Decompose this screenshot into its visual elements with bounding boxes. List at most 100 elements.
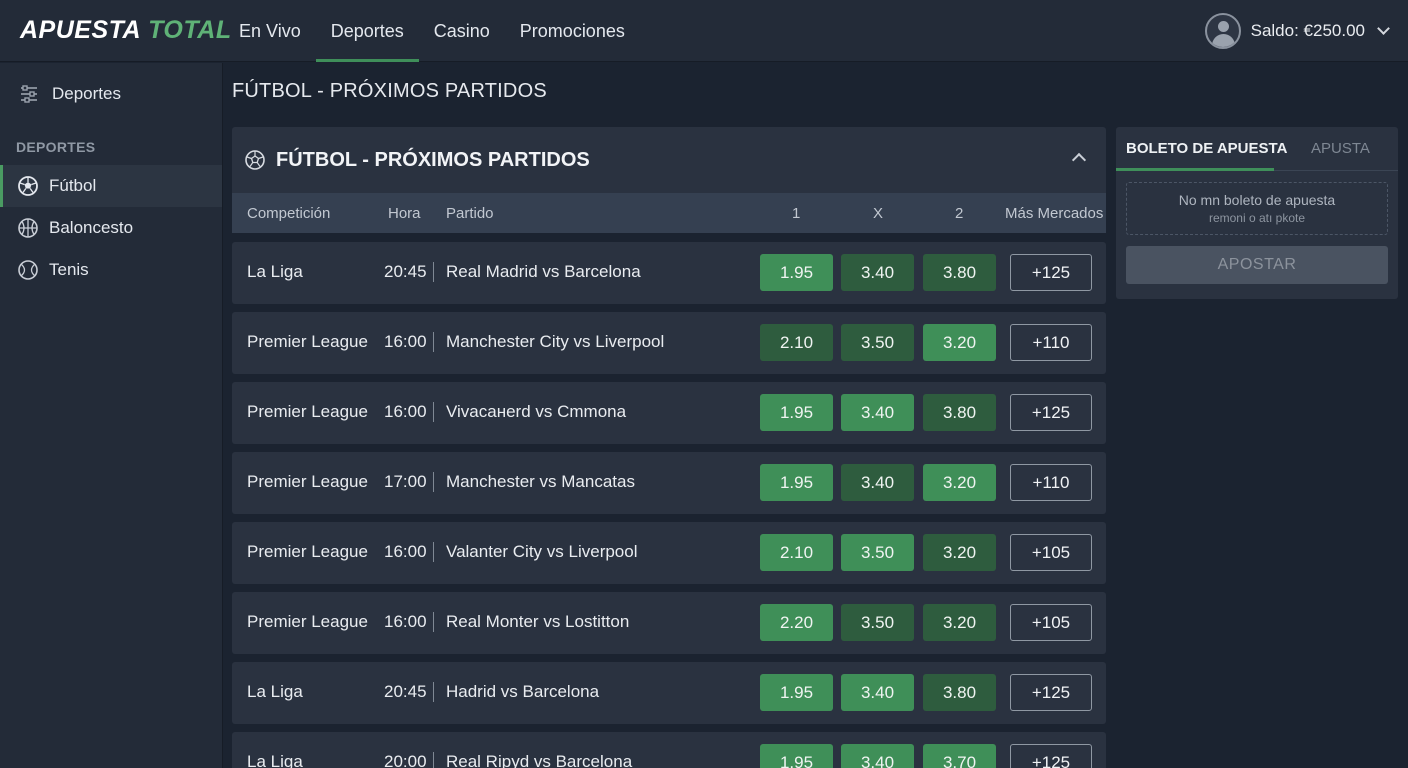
panel-title: FÚTBOL - PRÓXIMOS PARTIDOS — [276, 148, 590, 171]
odd-button-away[interactable]: 3.20 — [923, 534, 996, 571]
empty-state-line2: remoni o atı pkote — [1208, 211, 1306, 225]
tennis-ball-icon — [18, 260, 38, 280]
chevron-down-icon[interactable] — [1377, 22, 1390, 35]
more-markets-button[interactable]: +110 — [1010, 464, 1092, 501]
match-time: 17:00 — [384, 472, 427, 491]
col-match: Partido — [446, 205, 494, 222]
match-name[interactable]: Manchester vs Mancatas — [446, 472, 635, 492]
table-row[interactable]: Premier League 16:00 Vivacaнerd vs Cmmona 1… — [232, 382, 1106, 444]
odd-button-away[interactable]: 3.70 — [923, 744, 996, 768]
sidebar-item-baloncesto[interactable]: Baloncesto — [0, 207, 222, 249]
collapse-chevron-up-icon[interactable] — [1071, 152, 1087, 168]
apostar-button[interactable]: APOSTAR — [1126, 246, 1388, 284]
odd-button-draw[interactable]: 3.50 — [841, 324, 914, 361]
nav-casino[interactable]: Casino — [419, 0, 505, 62]
row-divider — [433, 752, 434, 768]
col-time: Hora — [388, 205, 421, 222]
table-row[interactable]: La Liga 20:45 Real Madrid vs Barcelona 1.95… — [232, 242, 1106, 304]
match-time: 16:00 — [384, 402, 427, 421]
nav-promociones[interactable]: Promociones — [505, 0, 640, 62]
odd-button-home[interactable]: 1.95 — [760, 674, 833, 711]
row-divider — [433, 682, 434, 702]
col-more-markets: Más Mercados — [1005, 205, 1104, 222]
odd-button-draw[interactable]: 3.40 — [841, 744, 914, 768]
col-draw: X — [873, 205, 884, 222]
odd-button-draw[interactable]: 3.50 — [841, 534, 914, 571]
brand-logo-part1: APUESTA — [20, 16, 142, 44]
odd-button-draw[interactable]: 3.40 — [841, 254, 914, 291]
odd-button-away[interactable]: 3.80 — [923, 254, 996, 291]
odd-button-draw[interactable]: 3.50 — [841, 604, 914, 641]
table-row[interactable]: Premier League 16:00 Valanter City vs Live… — [232, 522, 1106, 584]
more-markets-button[interactable]: +110 — [1010, 324, 1092, 361]
nav-deportes[interactable]: Deportes — [315, 0, 419, 62]
odd-button-away[interactable]: 3.20 — [923, 464, 996, 501]
col-away: 2 — [955, 205, 964, 222]
row-divider — [433, 262, 434, 282]
match-time: 16:00 — [384, 332, 427, 351]
table-row[interactable]: Premier League 16:00 Manchester City vs Li… — [232, 312, 1106, 374]
table-header: Competición Hora Partido 1 X 2 Más Merca… — [232, 193, 1106, 233]
odd-button-home[interactable]: 1.95 — [760, 744, 833, 768]
tab-apusta[interactable]: APUSTA — [1311, 140, 1370, 157]
account-menu[interactable]: Saldo: €250.00 — [1204, 0, 1390, 62]
table-row[interactable]: Premier League 16:00 Real Monter vs Lostit… — [232, 592, 1106, 654]
odd-button-draw[interactable]: 3.40 — [841, 464, 914, 501]
match-competition: La Liga — [247, 262, 303, 281]
match-competition: Premier League — [247, 332, 368, 351]
odd-button-home[interactable]: 1.95 — [760, 394, 833, 431]
odd-button-home[interactable]: 2.10 — [760, 324, 833, 361]
match-name[interactable]: Hadrid vs Barcelona — [446, 682, 599, 702]
row-divider — [433, 472, 434, 492]
match-name[interactable]: Vivacaнerd vs Cmmona — [446, 402, 626, 422]
brand-logo[interactable]: APUESTA TOTAL — [20, 16, 232, 45]
more-markets-button[interactable]: +125 — [1010, 744, 1092, 768]
match-name[interactable]: Real Monter vs Lostitton — [446, 612, 629, 632]
user-avatar-icon[interactable] — [1204, 13, 1241, 49]
more-markets-button[interactable]: +105 — [1010, 534, 1092, 571]
more-markets-button[interactable]: +125 — [1010, 674, 1092, 711]
odd-button-home[interactable]: 2.10 — [760, 534, 833, 571]
col-home: 1 — [792, 205, 801, 222]
odd-button-draw[interactable]: 3.40 — [841, 674, 914, 711]
nav-en-vivo[interactable]: En Vivo — [224, 0, 316, 62]
sidebar-item-label: Fútbol — [49, 176, 97, 195]
more-markets-button[interactable]: +125 — [1010, 254, 1092, 291]
odd-button-away[interactable]: 3.20 — [923, 324, 996, 361]
odd-button-away[interactable]: 3.80 — [923, 394, 996, 431]
match-name[interactable]: Valanter City vs Liverpool — [446, 542, 638, 562]
more-markets-button[interactable]: +125 — [1010, 394, 1092, 431]
row-divider — [433, 612, 434, 632]
odd-button-home[interactable]: 1.95 — [760, 464, 833, 501]
table-row[interactable]: La Liga 20:00 Real Ripyd vs Barcelona 1.95 3… — [232, 732, 1106, 768]
sidebar-section-heading: DEPORTES — [16, 139, 96, 155]
table-row[interactable]: La Liga 20:45 Hadrid vs Barcelona 1.95 3.40 3… — [232, 662, 1106, 724]
soccer-ball-icon — [245, 150, 265, 170]
sidebar-item-futbol[interactable]: Fútbol — [0, 165, 222, 207]
bet-slip-empty-state: No mn boleto de apuesta remoni o atı pko… — [1126, 182, 1388, 235]
match-time: 16:00 — [384, 542, 427, 561]
match-name[interactable]: Manchester City vs Liverpool — [446, 332, 664, 352]
odd-button-draw[interactable]: 3.40 — [841, 394, 914, 431]
match-competition: Premier League — [247, 612, 368, 631]
table-row[interactable]: Premier League 17:00 Manchester vs Mancata… — [232, 452, 1106, 514]
tab-boleto-de-apuesta[interactable]: BOLETO DE APUESTA — [1126, 140, 1287, 157]
brand-logo-part2: TOTAL — [148, 16, 232, 44]
match-name[interactable]: Real Ripyd vs Barcelona — [446, 752, 632, 768]
sidebar-sports-menu[interactable]: Deportes — [0, 63, 222, 125]
match-time: 20:00 — [384, 752, 427, 768]
match-competition: La Liga — [247, 682, 303, 701]
main-nav: En Vivo Deportes Casino Promociones — [224, 0, 640, 62]
odd-button-away[interactable]: 3.80 — [923, 674, 996, 711]
odd-button-home[interactable]: 1.95 — [760, 254, 833, 291]
sidebar-top-label: Deportes — [52, 84, 121, 103]
match-name[interactable]: Real Madrid vs Barcelona — [446, 262, 641, 282]
matches-panel-header: FÚTBOL - PRÓXIMOS PARTIDOS — [232, 127, 1106, 193]
odd-button-home[interactable]: 2.20 — [760, 604, 833, 641]
odd-button-away[interactable]: 3.20 — [923, 604, 996, 641]
sidebar-item-tenis[interactable]: Tenis — [0, 249, 222, 291]
active-tab-indicator — [1116, 168, 1274, 171]
balance-label: Saldo: €250.00 — [1250, 21, 1365, 40]
row-divider — [433, 402, 434, 422]
more-markets-button[interactable]: +105 — [1010, 604, 1092, 641]
